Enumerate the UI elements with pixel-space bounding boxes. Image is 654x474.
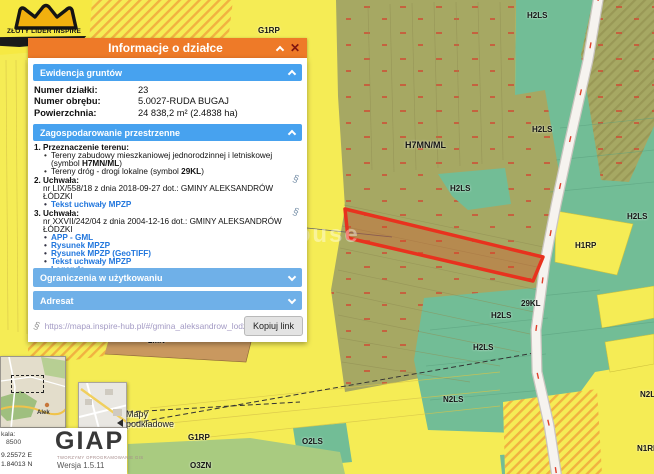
attribute-row: Numer działki: 23 xyxy=(34,85,301,96)
scale-value: 8500 xyxy=(6,439,21,446)
item-number: 1. xyxy=(34,144,43,152)
app-version: Wersja 1.5.11 xyxy=(57,461,104,470)
close-icon[interactable]: ✕ xyxy=(290,42,300,54)
zoning-bullet: Tereny zabudowy mieszkaniowej jednorodzi… xyxy=(51,152,301,168)
item-number: 2. xyxy=(34,177,43,185)
zone-label: H2LS xyxy=(491,311,511,320)
zone-label: N2LS xyxy=(443,395,463,404)
attribute-value: 5.0027-RUDA BUGAJ xyxy=(138,96,301,107)
zone-label: N2LS xyxy=(640,390,654,399)
minimap-town-label: Alek xyxy=(37,410,50,416)
section-title: Ograniczenia w użytkowaniu xyxy=(40,273,289,283)
collapse-panel-icon[interactable] xyxy=(276,45,284,53)
attribute-label: Powierzchnia: xyxy=(34,108,138,119)
zone-label: H1RP xyxy=(575,241,596,250)
zoning-details: 1. Przeznaczenie terenu: Tereny zabudowy… xyxy=(34,144,301,275)
resolution-reference: nr LIX/558/18 z dnia 2018-09-27 dot.: GM… xyxy=(43,185,301,201)
map-footer: kala: 8500 9.25572 E 1.84013 N GIAP TWOR… xyxy=(0,428,127,474)
panel-title: Informacje o działce xyxy=(28,41,277,55)
zone-label: H2LS xyxy=(627,212,647,221)
attribute-row: Numer obrębu: 5.0027-RUDA BUGAJ xyxy=(34,96,301,107)
parcel-info-panel: Ewidencja gruntów Numer działki: 23 Nume… xyxy=(28,58,307,342)
chevron-down-icon xyxy=(288,272,296,280)
zoning-item: 3. Uchwała: § nr XXVII/242/04 z dnia 200… xyxy=(34,210,301,274)
giap-logo: GIAP xyxy=(55,429,124,454)
attribute-label: Numer działki: xyxy=(34,85,138,96)
copy-link-button[interactable]: Kopiuj link xyxy=(244,316,303,336)
link-icon: § xyxy=(33,320,41,332)
chevron-up-icon xyxy=(288,130,296,138)
zone-label: 29KL xyxy=(521,299,541,308)
parcel-attributes: Numer działki: 23 Numer obrębu: 5.0027-R… xyxy=(34,85,301,119)
zone-label: N1RP xyxy=(637,444,654,453)
scale-label: kala: xyxy=(1,431,15,438)
section-ewidencja-gruntow[interactable]: Ewidencja gruntów xyxy=(33,64,302,81)
zone-label: O3ZN xyxy=(190,461,211,470)
item-number: 3. xyxy=(34,210,43,218)
attribute-label: Numer obrębu: xyxy=(34,96,138,107)
coordinate-northing: 1.84013 N xyxy=(1,461,32,468)
attribute-value: 23 xyxy=(138,85,301,96)
giap-tagline: TWORZYMY OPROGRAMOWANIE GIS xyxy=(57,455,143,460)
section-title: Adresat xyxy=(40,296,289,306)
link-tekst-uchwaly-mpzp[interactable]: Tekst uchwały MPZP xyxy=(51,258,301,266)
section-title: Zagospodarowanie przestrzenne xyxy=(40,128,289,138)
basemap-collapse-arrow-icon[interactable] xyxy=(117,419,123,427)
resolution-reference: nr XXVII/242/04 z dnia 2004-12-16 dot.: … xyxy=(43,218,301,234)
attribute-value: 24 838,2 m² (2.4838 ha) xyxy=(138,108,301,119)
app-window: G1RP H2LS H7MN/ML H2LS H2LS H2LS H1RP 29… xyxy=(0,0,654,474)
zone-label: O2LS xyxy=(302,437,323,446)
zone-label: H2LS xyxy=(450,184,470,193)
attribute-row: Powierzchnia: 24 838,2 m² (2.4838 ha) xyxy=(34,108,301,119)
section-zagospodarowanie[interactable]: Zagospodarowanie przestrzenne xyxy=(33,124,302,141)
zone-label: G1RP xyxy=(258,26,280,35)
zoning-item: 1. Przeznaczenie terenu: Tereny zabudowy… xyxy=(34,144,301,176)
zone-label: H2LS xyxy=(527,11,547,20)
award-badge-title: ZŁOTY LIDER INSPIRE xyxy=(0,28,88,35)
chevron-up-icon xyxy=(288,70,296,78)
minimap-extent-box xyxy=(11,375,44,393)
zoning-item: 2. Uchwała: § nr LIX/558/18 z dnia 2018-… xyxy=(34,177,301,209)
link-tekst-uchwaly-mpzp[interactable]: Tekst uchwały MPZP xyxy=(51,201,301,209)
section-title: Ewidencja gruntów xyxy=(40,68,289,78)
zone-label: H2LS xyxy=(473,343,493,352)
zone-label: H2LS xyxy=(532,125,552,134)
crown-icon xyxy=(8,2,84,30)
basemap-label: Mapy podkładowe xyxy=(126,409,174,429)
parcel-info-panel-header[interactable]: Informacje o działce ✕ xyxy=(28,38,307,58)
zone-label: H7MN/ML xyxy=(405,140,446,150)
zone-label: G1RP xyxy=(188,433,210,442)
zoning-bullet: Tereny dróg - drogi lokalne (symbol 29KL… xyxy=(51,168,301,176)
share-url: https://mapa.inspire-hub.pl/#/gmina_alek… xyxy=(45,321,244,331)
share-url-row: § https://mapa.inspire-hub.pl/#/gmina_al… xyxy=(32,314,303,338)
overview-minimap[interactable]: Alek xyxy=(0,356,66,428)
section-ograniczenia[interactable]: Ograniczenia w użytkowaniu xyxy=(33,268,302,287)
coordinate-easting: 9.25572 E xyxy=(1,452,32,459)
chevron-down-icon xyxy=(288,295,296,303)
section-adresat[interactable]: Adresat xyxy=(33,291,302,310)
